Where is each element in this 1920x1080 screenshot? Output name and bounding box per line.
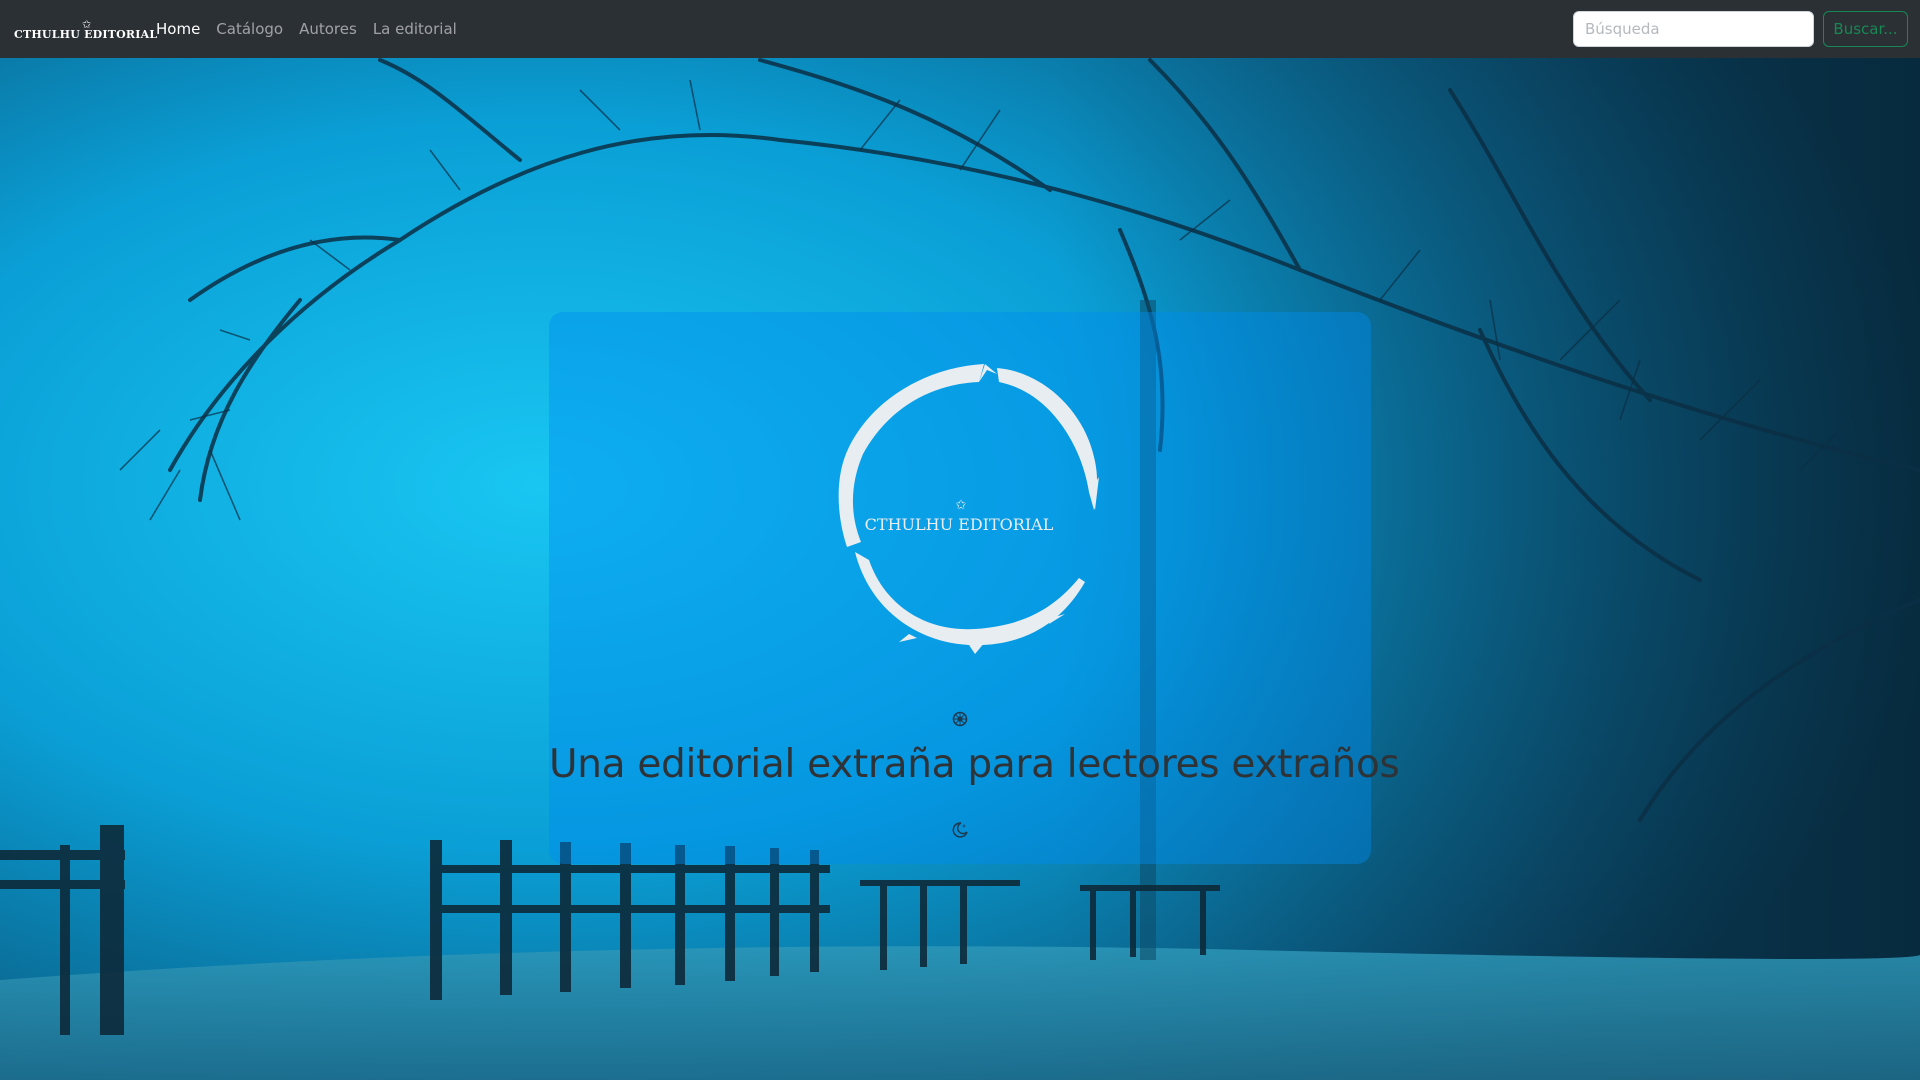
svg-text:✩: ✩ [956, 498, 967, 513]
logo-text: CTHULHU EDITORIAL [865, 515, 1054, 534]
nav-link-home[interactable]: Home [156, 20, 200, 38]
moon-stars-icon [952, 822, 968, 838]
nav-link-catalogo[interactable]: Catálogo [216, 20, 283, 38]
nav-link-la-editorial[interactable]: La editorial [373, 20, 457, 38]
search-input[interactable] [1573, 11, 1814, 47]
search-button[interactable]: Buscar... [1823, 11, 1908, 47]
search-form: Buscar... [1573, 11, 1908, 47]
hero-card: ✩ CTHULHU EDITORIAL Una editorial extrañ… [549, 312, 1400, 864]
nav-links: Home Catálogo Autores La editorial [156, 20, 473, 38]
brand-logo[interactable]: ✩ CTHULHU EDITORIAL [14, 0, 157, 58]
navbar: ✩ CTHULHU EDITORIAL Home Catálogo Autore… [0, 0, 1920, 58]
compass-icon [952, 711, 968, 727]
brand-name: CTHULHU EDITORIAL [14, 28, 158, 41]
nav-link-autores[interactable]: Autores [299, 20, 357, 38]
cthulhu-circle-logo: ✩ CTHULHU EDITORIAL [838, 364, 1099, 654]
hero-tagline: Una editorial extraña para lectores extr… [549, 742, 1400, 787]
